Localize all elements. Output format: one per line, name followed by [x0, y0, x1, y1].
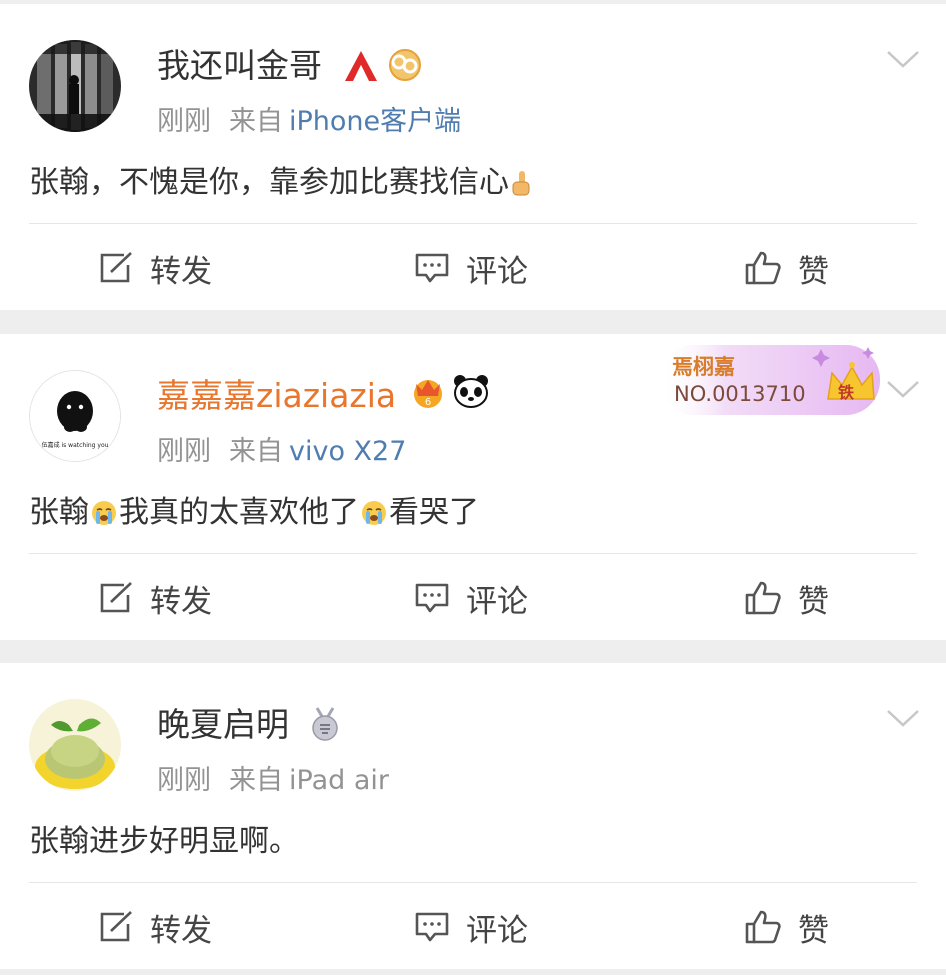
post-text: 张翰进步好明显啊。 — [29, 824, 299, 859]
post-card: 我还叫金哥 刚刚 来自 iPhone客户端 张翰，不愧是你，靠参加比赛找信心 转发 — [0, 4, 946, 310]
fan-card-name: 焉栩嘉 — [672, 355, 735, 379]
username[interactable]: 我还叫金哥 — [157, 42, 322, 90]
comment-label: 评论 — [466, 253, 528, 290]
post-text: 看哭了 — [389, 495, 479, 530]
post-content: 张翰，不愧是你，靠参加比赛找信心 — [29, 160, 535, 211]
crying-face-emoji-icon — [90, 495, 118, 541]
post-card: 伍嘉成 is watching you 嘉嘉嘉ziaziazia 6 刚刚 来自 v… — [0, 334, 946, 640]
comment-button[interactable]: 评论 — [414, 248, 528, 290]
source-label: 来自 — [229, 106, 283, 137]
comment-label: 评论 — [466, 583, 528, 620]
post-meta: 刚刚 来自 iPhone客户端 — [157, 102, 461, 142]
post-meta: 刚刚 来自 vivo X27 — [157, 432, 406, 472]
post-meta: 刚刚 来自 iPad air — [157, 761, 389, 801]
fan-card-badge[interactable]: 焉栩嘉 NO.0013710 铁 — [660, 339, 882, 419]
comment-icon — [415, 912, 449, 942]
like-label: 赞 — [798, 912, 829, 949]
repost-button[interactable]: 转发 — [98, 248, 212, 290]
like-button[interactable]: 赞 — [744, 578, 829, 620]
post-card: 晚夏启明 刚刚 来自 iPad air 张翰进步好明显啊。 转发 评论 赞 — [0, 663, 946, 969]
avatar-caption: 伍嘉成 is watching you — [41, 442, 109, 449]
crown-vip-badge-icon[interactable]: 6 — [410, 374, 446, 414]
chevron-down-icon[interactable] — [886, 379, 920, 403]
like-button[interactable]: 赞 — [744, 907, 829, 949]
thumbs-up-icon — [745, 251, 781, 285]
repost-label: 转发 — [150, 583, 212, 620]
chevron-down-icon[interactable] — [886, 708, 920, 732]
action-bar: 转发 评论 赞 — [0, 224, 946, 310]
post-content: 张翰进步好明显啊。 — [29, 819, 299, 865]
crying-face-emoji-icon — [360, 495, 388, 541]
post-time: 刚刚 — [157, 436, 211, 467]
source-link[interactable]: iPhone客户端 — [289, 106, 461, 137]
post-text: 张翰 — [29, 495, 89, 530]
thumbs-up-emoji-icon — [510, 165, 534, 211]
repost-label: 转发 — [150, 912, 212, 949]
post-content: 张翰 我真的太喜欢他了 看哭了 — [29, 490, 479, 541]
red-a-logo-icon — [343, 49, 379, 87]
repost-icon — [100, 911, 132, 942]
thumbs-up-icon — [745, 910, 781, 944]
comment-icon — [415, 583, 449, 613]
repost-icon — [100, 582, 132, 613]
like-label: 赞 — [798, 253, 829, 290]
comment-label: 评论 — [466, 912, 528, 949]
post-time: 刚刚 — [157, 106, 211, 137]
post-text: 张翰，不愧是你，靠参加比赛找信心 — [29, 165, 509, 200]
source-label: 来自 — [229, 436, 283, 467]
comment-button[interactable]: 评论 — [414, 907, 528, 949]
comment-button[interactable]: 评论 — [414, 578, 528, 620]
avatar[interactable] — [29, 40, 121, 132]
fan-card-tier: 铁 — [838, 383, 855, 402]
source-text: iPad air — [289, 765, 389, 796]
username[interactable]: 嘉嘉嘉ziaziazia — [157, 372, 396, 420]
username[interactable]: 晚夏启明 — [157, 701, 289, 749]
post-time: 刚刚 — [157, 765, 211, 796]
panda-badge-icon — [452, 374, 490, 412]
source-link[interactable]: vivo X27 — [289, 436, 406, 467]
repost-label: 转发 — [150, 253, 212, 290]
post-text: 我真的太喜欢他了 — [119, 495, 359, 530]
comment-icon — [415, 253, 449, 283]
like-button[interactable]: 赞 — [744, 248, 829, 290]
avatar[interactable] — [29, 699, 121, 791]
svg-text:6: 6 — [425, 397, 431, 408]
repost-icon — [100, 252, 132, 283]
golden-cloud-badge-icon[interactable] — [386, 47, 424, 87]
like-label: 赞 — [798, 583, 829, 620]
action-bar: 转发 评论 赞 — [0, 883, 946, 969]
thumbs-up-icon — [745, 581, 781, 615]
medal-badge-icon[interactable] — [309, 706, 341, 746]
action-bar: 转发 评论 赞 — [0, 554, 946, 640]
repost-button[interactable]: 转发 — [98, 907, 212, 949]
chevron-down-icon[interactable] — [886, 49, 920, 73]
repost-button[interactable]: 转发 — [98, 578, 212, 620]
fan-card-number: NO.0013710 — [674, 382, 806, 406]
source-label: 来自 — [229, 765, 283, 796]
